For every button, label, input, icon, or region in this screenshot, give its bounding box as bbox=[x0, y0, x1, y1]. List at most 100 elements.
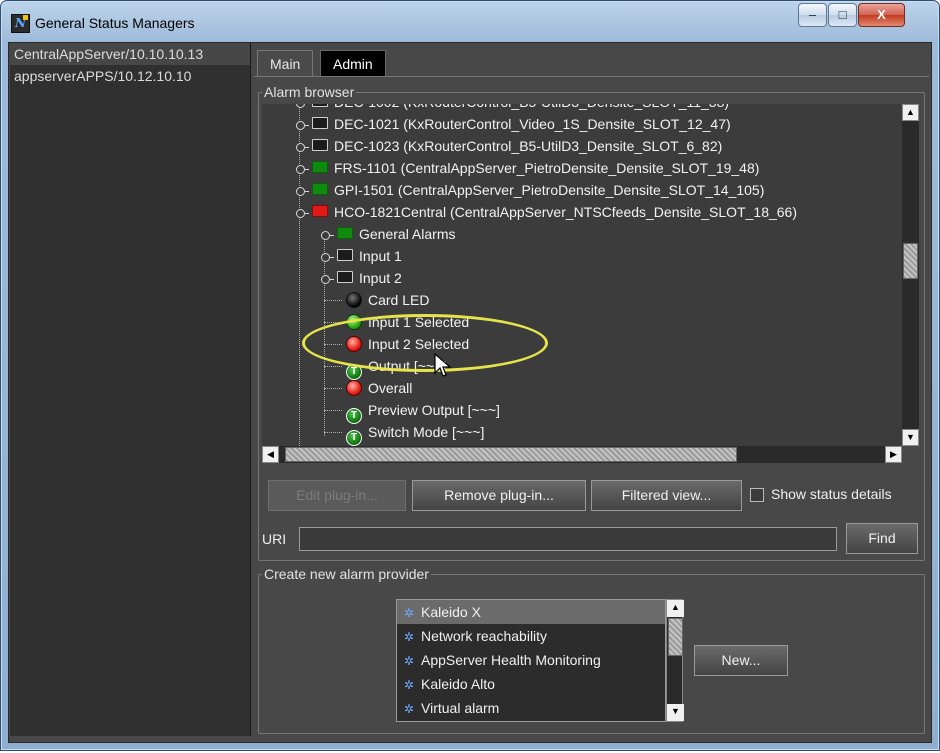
provider-list[interactable]: ✲ Kaleido X ✲ Network reachability ✲ AppServe… bbox=[396, 599, 666, 722]
provider-plugin-icon: ✲ bbox=[403, 678, 415, 692]
green-folder-icon bbox=[337, 227, 353, 239]
tree-row[interactable]: Input 2 bbox=[321, 267, 402, 289]
expand-handle-icon[interactable] bbox=[296, 121, 309, 130]
scroll-down-arrow-icon[interactable]: ▼ bbox=[667, 704, 684, 721]
window-title: General Status Managers bbox=[35, 15, 195, 31]
show-status-details-checkbox[interactable] bbox=[750, 488, 764, 502]
provider-item-label: Kaleido X bbox=[421, 604, 481, 620]
tree-horizontal-scrollbar[interactable]: ◀ ▶ bbox=[262, 446, 902, 463]
show-status-details-label: Show status details bbox=[771, 486, 892, 502]
create-provider-legend: Create new alarm provider bbox=[264, 566, 429, 582]
uri-input[interactable] bbox=[299, 527, 837, 551]
provider-plugin-icon: ✲ bbox=[403, 654, 415, 668]
tree-row[interactable]: T Preview Output [~~~] bbox=[346, 399, 500, 424]
scroll-thumb[interactable] bbox=[285, 447, 737, 462]
mouse-cursor-icon bbox=[434, 353, 452, 377]
scroll-up-arrow-icon[interactable]: ▲ bbox=[902, 104, 919, 121]
tree-row[interactable]: T Switch Mode [~~~] bbox=[346, 421, 485, 446]
tree-item-label: GPI-1501 (CentralAppServer_PietroDensite… bbox=[334, 182, 765, 198]
expand-handle-icon[interactable] bbox=[321, 275, 334, 284]
expand-handle-icon[interactable] bbox=[296, 104, 305, 108]
edit-plugin-button[interactable]: Edit plug-in... bbox=[268, 480, 406, 511]
scroll-left-arrow-icon[interactable]: ◀ bbox=[262, 446, 279, 463]
provider-item-label: Network reachability bbox=[421, 628, 548, 644]
server-list[interactable]: CentralAppServer/10.10.10.13 appserverAP… bbox=[10, 43, 251, 736]
tree-row[interactable]: HCO-1821Central (CentralAppServer_NTSCfe… bbox=[296, 201, 797, 223]
provider-list-scrollbar[interactable]: ▲ ▼ bbox=[666, 599, 684, 722]
remove-plugin-button[interactable]: Remove plug-in... bbox=[412, 480, 586, 511]
scroll-right-arrow-icon[interactable]: ▶ bbox=[885, 446, 902, 463]
tree-row[interactable]: DEC-1002 (KxRouterControl_B5-UtilD3_Dens… bbox=[296, 104, 729, 113]
uri-label: URI bbox=[262, 531, 287, 547]
tree-item-label: Input 1 bbox=[359, 248, 402, 264]
tree-item-label: Switch Mode [~~~] bbox=[368, 424, 485, 440]
provider-list-item[interactable]: ✲ Kaleido X bbox=[397, 600, 665, 624]
tree-row[interactable]: Overall bbox=[346, 377, 412, 399]
alarm-tree[interactable]: DEC-1002 (KxRouterControl_B5-UtilD3_Dens… bbox=[262, 104, 902, 446]
provider-list-item[interactable]: ✲ Network reachability bbox=[397, 624, 665, 648]
tree-item-label: Card LED bbox=[368, 292, 430, 308]
expand-handle-icon[interactable] bbox=[296, 209, 309, 218]
provider-item-label: Kaleido Alto bbox=[421, 676, 495, 692]
title-bar[interactable]: N General Status Managers – □ X bbox=[1, 1, 939, 43]
green-folder-icon bbox=[312, 183, 328, 195]
provider-list-item[interactable]: ✲ Virtual alarm bbox=[397, 696, 665, 720]
tree-row[interactable]: GPI-1501 (CentralAppServer_PietroDensite… bbox=[296, 179, 764, 201]
tree-row[interactable]: FRS-1101 (CentralAppServer_PietroDensite… bbox=[296, 157, 759, 179]
provider-plugin-icon: ✲ bbox=[403, 606, 415, 620]
scroll-down-arrow-icon[interactable]: ▼ bbox=[902, 429, 919, 446]
tree-guide-line bbox=[324, 432, 342, 433]
tree-row[interactable]: Card LED bbox=[346, 289, 429, 311]
text-led-icon: T bbox=[346, 430, 362, 446]
maximize-button[interactable]: □ bbox=[828, 3, 857, 27]
new-provider-button[interactable]: New... bbox=[694, 645, 788, 676]
tree-guide-line bbox=[324, 366, 342, 367]
expand-handle-icon[interactable] bbox=[296, 165, 309, 174]
tree-row[interactable]: DEC-1021 (KxRouterControl_Video_1S_Densi… bbox=[296, 113, 731, 135]
provider-list-item[interactable]: ✲ AppServer Health Monitoring bbox=[397, 648, 665, 672]
black-led-icon bbox=[346, 292, 362, 308]
tree-item-label: HCO-1821Central (CentralAppServer_NTSCfe… bbox=[334, 204, 798, 220]
scroll-thumb[interactable] bbox=[668, 618, 683, 656]
tree-item-label: Input 2 bbox=[359, 270, 402, 286]
provider-list-item[interactable]: ✲ Kaleido Alto bbox=[397, 672, 665, 696]
tree-item-label: DEC-1021 (KxRouterControl_Video_1S_Densi… bbox=[334, 116, 731, 132]
tab-main[interactable]: Main bbox=[257, 50, 314, 77]
tree-item-label: FRS-1101 (CentralAppServer_PietroDensite… bbox=[334, 160, 760, 176]
gray-folder-icon bbox=[312, 117, 328, 129]
red-led-icon bbox=[346, 380, 362, 396]
tree-guide-line bbox=[324, 300, 342, 301]
gray-folder-icon bbox=[337, 249, 353, 261]
filtered-view-button[interactable]: Filtered view... bbox=[591, 480, 742, 511]
expand-handle-icon[interactable] bbox=[321, 231, 334, 240]
gray-folder-icon bbox=[337, 271, 353, 283]
server-item[interactable]: appserverAPPS/10.12.10.10 bbox=[10, 65, 250, 87]
alarm-browser-legend: Alarm browser bbox=[264, 84, 355, 100]
server-item[interactable]: CentralAppServer/10.10.10.13 bbox=[10, 43, 250, 65]
tab-admin[interactable]: Admin bbox=[320, 50, 386, 77]
tree-row[interactable]: Input 1 bbox=[321, 245, 402, 267]
tree-row[interactable]: DEC-1023 (KxRouterControl_B5-UtilD3_Dens… bbox=[296, 135, 722, 157]
provider-item-label: Virtual alarm bbox=[421, 700, 500, 716]
tree-item-label: DEC-1023 (KxRouterControl_B5-UtilD3_Dens… bbox=[334, 138, 723, 154]
scroll-up-arrow-icon[interactable]: ▲ bbox=[667, 600, 684, 617]
scroll-thumb[interactable] bbox=[903, 243, 918, 279]
app-icon: N bbox=[11, 14, 30, 33]
minimize-button[interactable]: – bbox=[798, 3, 827, 27]
close-button[interactable]: X bbox=[858, 3, 905, 27]
tree-item-label: DEC-1002 (KxRouterControl_B5-UtilD3_Dens… bbox=[334, 104, 729, 110]
tree-item-label: Preview Output [~~~] bbox=[368, 402, 500, 418]
provider-item-label: AppServer Health Monitoring bbox=[421, 652, 601, 668]
expand-handle-icon[interactable] bbox=[321, 253, 334, 262]
gray-folder-icon bbox=[312, 104, 328, 107]
find-button[interactable]: Find bbox=[846, 523, 918, 554]
green-folder-icon bbox=[312, 161, 328, 173]
tree-vertical-scrollbar[interactable]: ▲ ▼ bbox=[902, 104, 919, 446]
tree-guide-line bbox=[324, 410, 342, 411]
tree-row[interactable]: General Alarms bbox=[321, 223, 455, 245]
expand-handle-icon[interactable] bbox=[296, 187, 309, 196]
tree-item-label: Overall bbox=[368, 380, 413, 396]
tree-item-label: General Alarms bbox=[359, 226, 456, 242]
highlight-ellipse bbox=[302, 314, 548, 372]
expand-handle-icon[interactable] bbox=[296, 143, 309, 152]
